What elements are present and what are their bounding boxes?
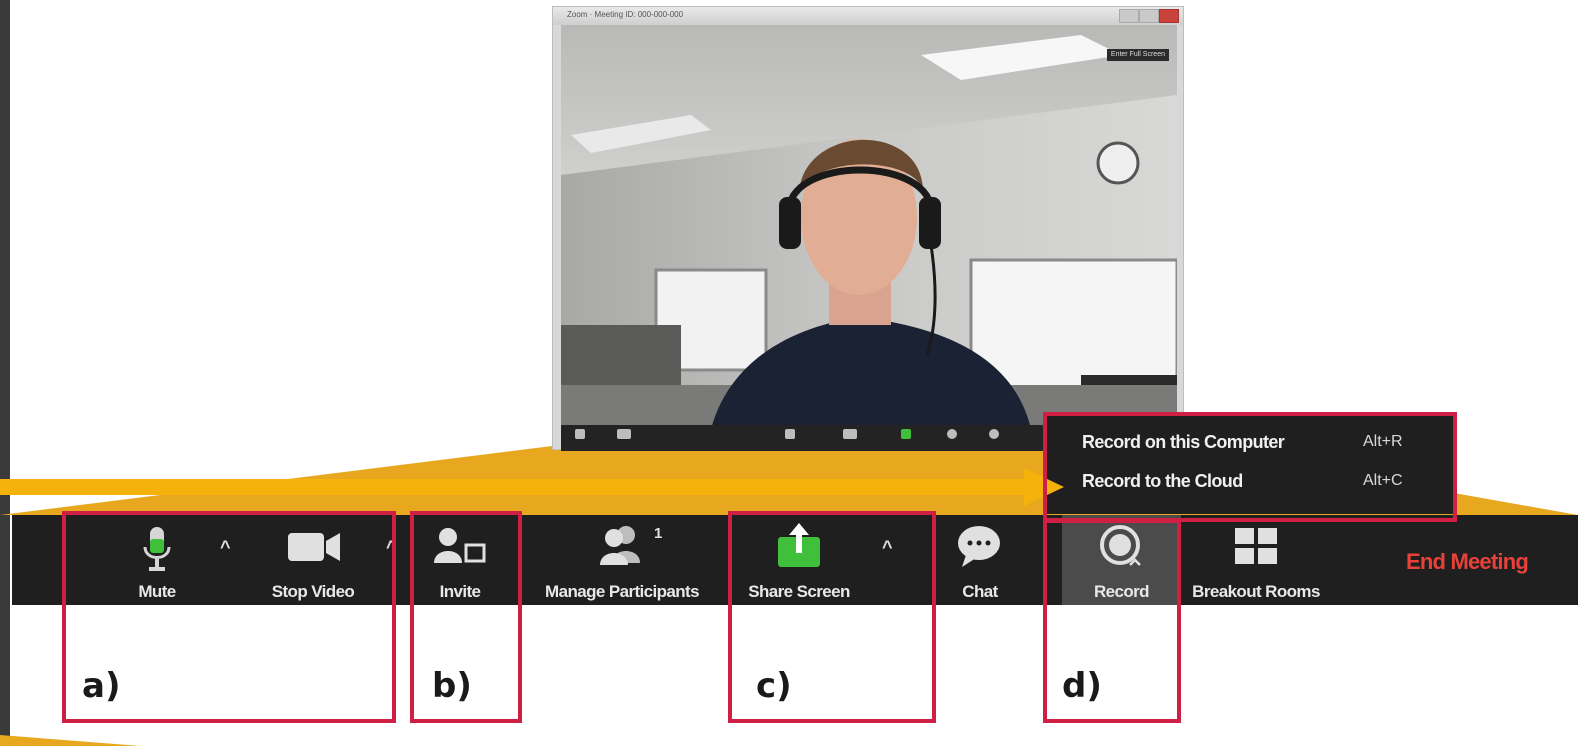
participant-video: Enter Full Screen — [561, 25, 1177, 429]
mini-chat-icon — [947, 429, 957, 439]
mini-record-icon — [989, 429, 999, 439]
close-button[interactable] — [1159, 9, 1179, 23]
mini-share-icon — [901, 429, 911, 439]
mini-invite-icon — [785, 429, 795, 439]
annotation-arrow-line — [0, 479, 1026, 495]
window-title: Zoom · Meeting ID: 000-000-000 — [567, 10, 684, 19]
annotation-label-d: d) — [1062, 666, 1102, 706]
highlight-box-record-menu — [1043, 412, 1457, 522]
mini-video-icon — [617, 429, 631, 439]
chat-bubble-icon — [958, 526, 1000, 567]
annotation-label-c: c) — [756, 666, 792, 706]
breakout-rooms-label: Breakout Rooms — [1192, 582, 1320, 601]
maximize-button[interactable] — [1139, 9, 1159, 23]
mini-mute-icon — [575, 429, 585, 439]
mini-participants-icon — [843, 429, 857, 439]
participant-count: 1 — [654, 525, 663, 542]
window-titlebar: Zoom · Meeting ID: 000-000-000 — [553, 7, 1183, 25]
chat-button[interactable]: Chat — [942, 515, 1018, 605]
breakout-rooms-button[interactable]: Breakout Rooms — [1180, 515, 1332, 605]
fullscreen-button[interactable]: Enter Full Screen — [1106, 49, 1169, 61]
manage-participants-button[interactable]: 1 Manage Participants — [524, 515, 720, 605]
video-frame — [561, 25, 1177, 429]
chat-label: Chat — [962, 582, 998, 601]
meeting-window-screenshot: Zoom · Meeting ID: 000-000-000 Enter Ful… — [552, 6, 1184, 451]
manage-participants-label: Manage Participants — [545, 582, 700, 601]
end-meeting-button[interactable]: End Meeting — [1367, 549, 1567, 575]
annotation-label-a: a) — [82, 666, 121, 706]
annotation-label-b: b) — [432, 666, 472, 706]
minimize-button[interactable] — [1119, 9, 1139, 23]
breakout-rooms-icon — [1235, 528, 1277, 564]
participants-icon — [600, 526, 640, 565]
